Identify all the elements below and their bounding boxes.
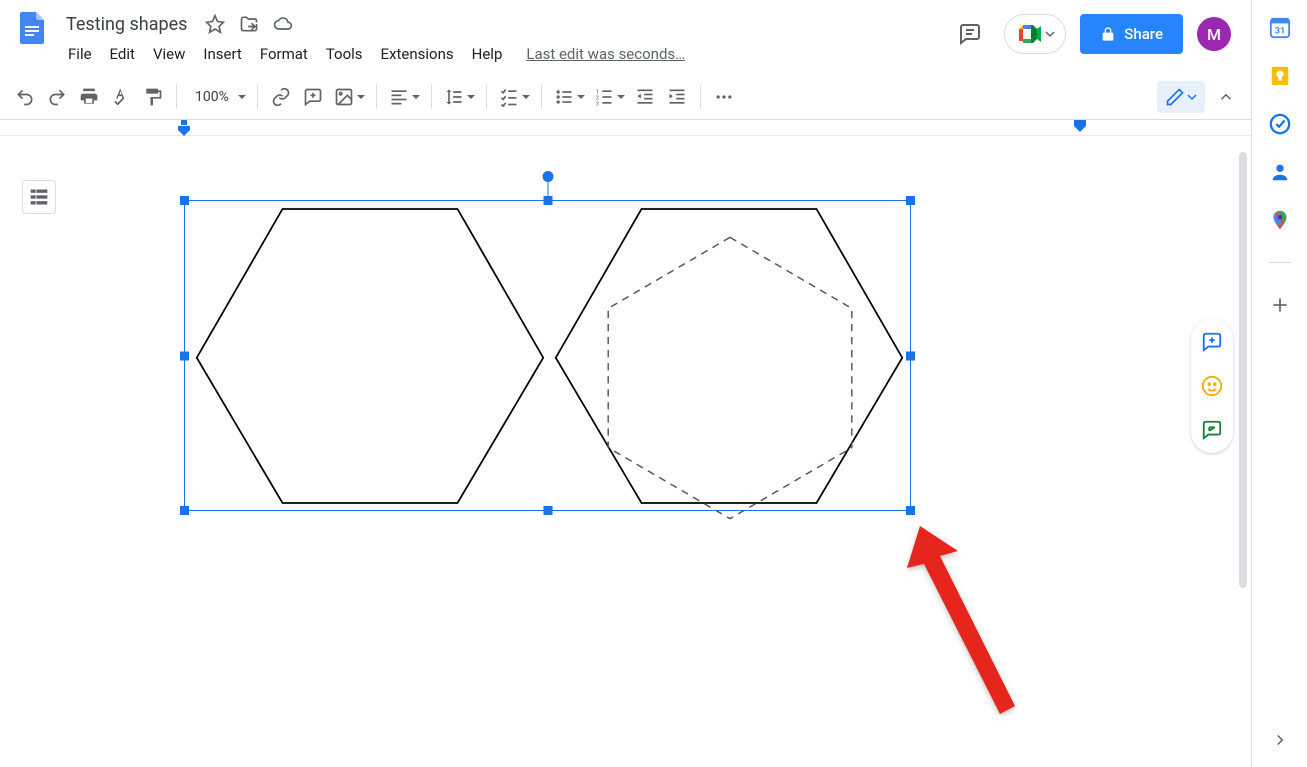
header-actions: Share M bbox=[950, 8, 1239, 54]
editor-area bbox=[0, 120, 1251, 767]
pencil-icon bbox=[1165, 87, 1185, 107]
resize-handle-ne[interactable] bbox=[906, 196, 915, 205]
editing-mode-button[interactable] bbox=[1157, 81, 1205, 113]
cloud-status-icon[interactable] bbox=[271, 12, 295, 36]
maps-app-icon[interactable] bbox=[1268, 208, 1292, 232]
comment-history-button[interactable] bbox=[950, 14, 990, 54]
separator bbox=[700, 85, 701, 109]
docs-logo[interactable] bbox=[12, 8, 52, 48]
suggest-edits-floating[interactable] bbox=[1197, 415, 1227, 445]
separator bbox=[541, 85, 542, 109]
avatar[interactable]: M bbox=[1197, 17, 1231, 51]
menu-insert[interactable]: Insert bbox=[195, 41, 249, 67]
svg-text:31: 31 bbox=[1274, 27, 1285, 37]
print-button[interactable] bbox=[74, 82, 104, 112]
menu-bar: File Edit View Insert Format Tools Exten… bbox=[60, 40, 942, 68]
insert-image-button[interactable] bbox=[330, 82, 368, 112]
last-edit-link[interactable]: Last edit was seconds… bbox=[526, 45, 685, 63]
resize-handle-w[interactable] bbox=[180, 351, 189, 360]
menu-format[interactable]: Format bbox=[252, 41, 316, 67]
meet-button[interactable] bbox=[1004, 14, 1066, 54]
undo-button[interactable] bbox=[10, 82, 40, 112]
contacts-app-icon[interactable] bbox=[1268, 160, 1292, 184]
svg-text:3: 3 bbox=[596, 101, 599, 107]
spellcheck-button[interactable] bbox=[106, 82, 136, 112]
separator bbox=[376, 85, 377, 109]
drawing-selection[interactable] bbox=[184, 200, 911, 511]
add-comment-floating[interactable] bbox=[1197, 327, 1227, 357]
title-area: Testing shapes File Edit View Insert For… bbox=[60, 8, 942, 68]
add-emoji-floating[interactable] bbox=[1197, 371, 1227, 401]
toolbar-right bbox=[1157, 81, 1241, 113]
vertical-scrollbar[interactable] bbox=[1237, 152, 1249, 757]
checklist-button[interactable] bbox=[495, 82, 533, 112]
redo-button[interactable] bbox=[42, 82, 72, 112]
menu-view[interactable]: View bbox=[145, 41, 193, 67]
meet-icon bbox=[1017, 23, 1041, 45]
rotation-handle[interactable] bbox=[542, 171, 553, 182]
resize-handle-se[interactable] bbox=[906, 506, 915, 515]
menu-tools[interactable]: Tools bbox=[318, 41, 371, 67]
resize-handle-n[interactable] bbox=[543, 196, 552, 205]
resize-handle-sw[interactable] bbox=[180, 506, 189, 515]
menu-extensions[interactable]: Extensions bbox=[373, 41, 462, 67]
align-button[interactable] bbox=[385, 82, 423, 112]
share-button[interactable]: Share bbox=[1080, 14, 1183, 54]
more-button[interactable] bbox=[709, 82, 739, 112]
hexagon-shape-left bbox=[195, 206, 545, 506]
document-page[interactable] bbox=[0, 136, 1251, 767]
add-comment-button[interactable] bbox=[298, 82, 328, 112]
annotation-arrow bbox=[900, 526, 1030, 716]
resize-handle-nw[interactable] bbox=[180, 196, 189, 205]
numbered-list-button[interactable]: 123 bbox=[590, 82, 628, 112]
menu-help[interactable]: Help bbox=[464, 41, 511, 67]
side-separator bbox=[1268, 262, 1292, 263]
ruler[interactable] bbox=[0, 120, 1251, 136]
scrollbar-thumb[interactable] bbox=[1239, 152, 1247, 588]
get-addons-button[interactable] bbox=[1268, 293, 1292, 317]
calendar-app-icon[interactable]: 31 bbox=[1268, 16, 1292, 40]
separator bbox=[176, 85, 177, 109]
zoom-select[interactable]: 100% bbox=[185, 82, 249, 112]
menu-edit[interactable]: Edit bbox=[102, 41, 143, 67]
google-docs-app: Testing shapes File Edit View Insert For… bbox=[0, 0, 1251, 767]
menu-file[interactable]: File bbox=[60, 41, 100, 67]
lock-icon bbox=[1100, 26, 1116, 42]
share-label: Share bbox=[1124, 25, 1163, 43]
paint-format-button[interactable] bbox=[138, 82, 168, 112]
chevron-down-icon bbox=[1187, 92, 1197, 102]
line-spacing-button[interactable] bbox=[440, 82, 478, 112]
keep-app-icon[interactable] bbox=[1268, 64, 1292, 88]
separator bbox=[431, 85, 432, 109]
editor-surface[interactable] bbox=[0, 120, 1251, 767]
document-title[interactable]: Testing shapes bbox=[60, 12, 193, 37]
chevron-down-icon bbox=[1045, 29, 1055, 39]
bulleted-list-button[interactable] bbox=[550, 82, 588, 112]
floating-actions bbox=[1191, 319, 1233, 453]
insert-link-button[interactable] bbox=[266, 82, 296, 112]
right-indent-marker[interactable] bbox=[1074, 120, 1086, 132]
resize-handle-e[interactable] bbox=[906, 351, 915, 360]
collapse-toolbar-button[interactable] bbox=[1211, 82, 1241, 112]
move-icon[interactable] bbox=[237, 12, 261, 36]
side-panel: 31 bbox=[1251, 0, 1307, 767]
hexagon-shape-dashed bbox=[585, 233, 875, 523]
title-row: Testing shapes bbox=[60, 8, 942, 40]
decrease-indent-button[interactable] bbox=[630, 82, 660, 112]
show-outline-button[interactable] bbox=[22, 180, 56, 214]
separator bbox=[486, 85, 487, 109]
resize-handle-s[interactable] bbox=[543, 506, 552, 515]
hide-side-panel-button[interactable] bbox=[1271, 731, 1289, 753]
tasks-app-icon[interactable] bbox=[1268, 112, 1292, 136]
separator bbox=[257, 85, 258, 109]
toolbar: 100% 123 bbox=[0, 74, 1251, 120]
increase-indent-button[interactable] bbox=[662, 82, 692, 112]
left-indent-marker[interactable] bbox=[178, 120, 190, 136]
header: Testing shapes File Edit View Insert For… bbox=[0, 0, 1251, 68]
star-icon[interactable] bbox=[203, 12, 227, 36]
